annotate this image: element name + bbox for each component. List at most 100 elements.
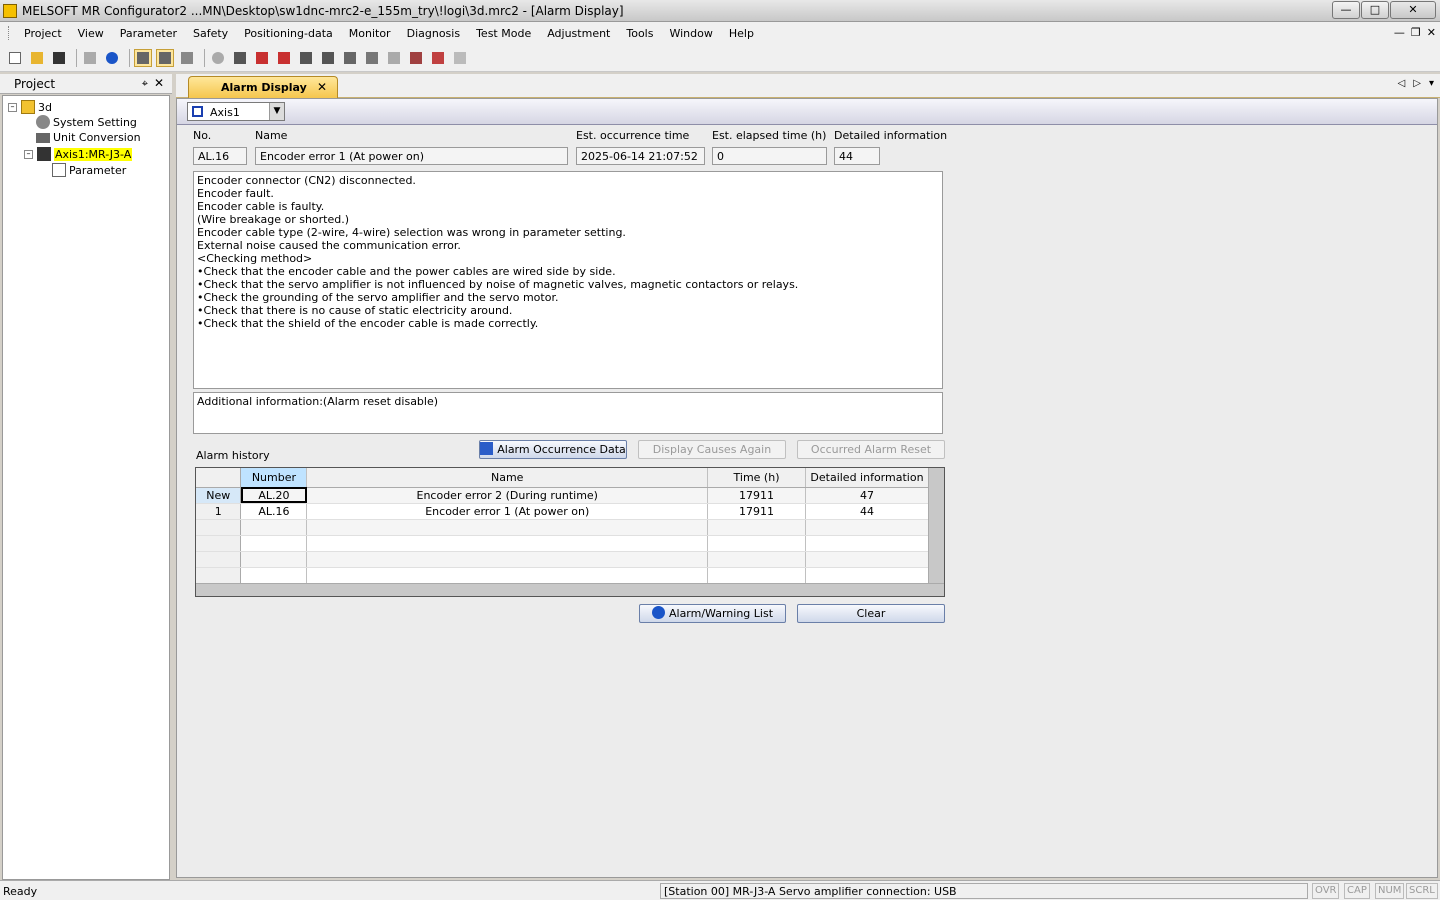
mdi-minimize-button[interactable]: — — [1394, 26, 1405, 39]
row-header[interactable] — [196, 551, 242, 568]
minimize-button[interactable]: — — [1332, 1, 1360, 19]
tree-node-axis[interactable]: – Axis1:MR-J3-A — [24, 147, 133, 161]
alarm-occurrence-data-button[interactable]: Alarm Occurrence Data — [479, 440, 627, 459]
cell-empty[interactable] — [805, 551, 930, 568]
menu-tools[interactable]: Tools — [618, 27, 661, 40]
graph-icon[interactable] — [253, 49, 271, 67]
disabled-tool-icon[interactable] — [451, 49, 469, 67]
column-header-detailed-information[interactable]: Detailed information — [805, 468, 930, 488]
table-row[interactable] — [196, 567, 930, 584]
system-config-icon[interactable] — [341, 49, 359, 67]
menu-diagnosis[interactable]: Diagnosis — [399, 27, 468, 40]
mdi-restore-button[interactable]: ❐ — [1411, 26, 1421, 39]
tab-scroll-right-icon[interactable]: ▷ — [1413, 78, 1421, 89]
tuning-icon[interactable] — [429, 49, 447, 67]
cell-empty[interactable] — [707, 519, 806, 536]
tree-node-parameter[interactable]: Parameter — [52, 163, 126, 177]
menu-project[interactable]: Project — [16, 27, 70, 40]
open-folder-icon[interactable] — [28, 49, 46, 67]
menu-parameter[interactable]: Parameter — [112, 27, 185, 40]
column-header-number[interactable]: Number — [240, 468, 308, 488]
close-button[interactable]: ✕ — [1390, 1, 1436, 19]
monitor-icon[interactable] — [231, 49, 249, 67]
collapse-icon[interactable]: – — [8, 102, 17, 112]
alarm-warning-list-button[interactable]: Alarm/Warning List — [639, 604, 786, 623]
axis-select[interactable]: Axis1 ▼ — [187, 102, 285, 121]
cell-empty[interactable] — [805, 535, 930, 552]
chevron-down-icon[interactable]: ▼ — [269, 103, 284, 120]
row-header[interactable] — [196, 519, 242, 536]
grid-vertical-scrollbar[interactable] — [928, 468, 944, 584]
cell-detail[interactable]: 47 — [805, 487, 930, 504]
cell-name[interactable]: Encoder error 2 (During runtime) — [306, 487, 709, 504]
collapse-icon[interactable]: – — [24, 149, 33, 159]
grid-horizontal-scrollbar[interactable] — [196, 583, 944, 596]
cell-time[interactable]: 17911 — [707, 487, 806, 504]
close-tab-icon[interactable]: ✕ — [317, 80, 327, 94]
table-row[interactable]: 1 AL.16 Encoder error 1 (At power on) 17… — [196, 503, 930, 520]
menu-view[interactable]: View — [70, 27, 112, 40]
column-header-time[interactable]: Time (h) — [707, 468, 806, 488]
tree-node-system-setting[interactable]: System Setting — [36, 115, 137, 129]
machine-analyzer-icon[interactable] — [407, 49, 425, 67]
row-header[interactable]: New — [196, 487, 242, 504]
tree-node-root[interactable]: – 3d — [8, 100, 52, 114]
mdi-close-button[interactable]: ✕ — [1427, 26, 1436, 39]
tab-list-icon[interactable]: ▾ — [1429, 78, 1434, 89]
cell-empty[interactable] — [707, 551, 806, 568]
tree-node-unit-conversion[interactable]: Unit Conversion — [36, 131, 141, 144]
menu-safety[interactable]: Safety — [185, 27, 236, 40]
table-row[interactable] — [196, 551, 930, 568]
row-header[interactable] — [196, 535, 242, 552]
row-header[interactable]: 1 — [196, 503, 242, 520]
menu-help[interactable]: Help — [721, 27, 762, 40]
docking-icon[interactable] — [178, 49, 196, 67]
cell-number[interactable]: AL.16 — [240, 503, 308, 520]
menu-monitor[interactable]: Monitor — [341, 27, 399, 40]
hand-icon[interactable] — [385, 49, 403, 67]
save-icon[interactable] — [50, 49, 68, 67]
cell-empty[interactable] — [707, 567, 806, 584]
cell-number[interactable]: AL.20 — [240, 487, 308, 504]
cell-empty[interactable] — [306, 567, 709, 584]
clear-button[interactable]: Clear — [797, 604, 945, 623]
row-header[interactable] — [196, 567, 242, 584]
menu-adjustment[interactable]: Adjustment — [539, 27, 618, 40]
close-pane-icon[interactable]: ✕ — [154, 76, 164, 90]
print-icon[interactable] — [81, 49, 99, 67]
table-row[interactable]: New AL.20 Encoder error 2 (During runtim… — [196, 487, 930, 504]
cell-empty[interactable] — [306, 535, 709, 552]
column-header-name[interactable]: Name — [306, 468, 709, 488]
help-icon[interactable] — [103, 49, 121, 67]
menu-positioning-data[interactable]: Positioning-data — [236, 27, 341, 40]
cell-empty[interactable] — [805, 519, 930, 536]
cell-empty[interactable] — [707, 535, 806, 552]
cell-empty[interactable] — [240, 535, 308, 552]
cell-empty[interactable] — [306, 551, 709, 568]
cell-empty[interactable] — [805, 567, 930, 584]
cell-time[interactable]: 17911 — [707, 503, 806, 520]
menu-window[interactable]: Window — [661, 27, 720, 40]
table-row[interactable] — [196, 535, 930, 552]
table-row[interactable] — [196, 519, 930, 536]
cell-name[interactable]: Encoder error 1 (At power on) — [306, 503, 709, 520]
cell-empty[interactable] — [240, 567, 308, 584]
alarm-icon[interactable] — [275, 49, 293, 67]
diagnosis-icon[interactable] — [297, 49, 315, 67]
jog-icon[interactable] — [363, 49, 381, 67]
occurred-alarm-reset-button[interactable]: Occurred Alarm Reset — [797, 440, 945, 459]
menu-test-mode[interactable]: Test Mode — [468, 27, 539, 40]
property-view-icon[interactable] — [156, 48, 174, 67]
cell-empty[interactable] — [306, 519, 709, 536]
pin-icon[interactable]: ⌖ — [142, 77, 148, 91]
display-causes-again-button[interactable]: Display Causes Again — [638, 440, 786, 459]
tab-alarm-display[interactable]: Alarm Display ✕ — [188, 76, 338, 98]
new-file-icon[interactable] — [6, 49, 24, 67]
cell-detail[interactable]: 44 — [805, 503, 930, 520]
connect-icon[interactable] — [209, 49, 227, 67]
maximize-button[interactable]: □ — [1361, 1, 1389, 19]
tab-scroll-left-icon[interactable]: ◁ — [1398, 78, 1406, 89]
io-monitor-icon[interactable] — [319, 49, 337, 67]
cell-empty[interactable] — [240, 519, 308, 536]
cell-empty[interactable] — [240, 551, 308, 568]
